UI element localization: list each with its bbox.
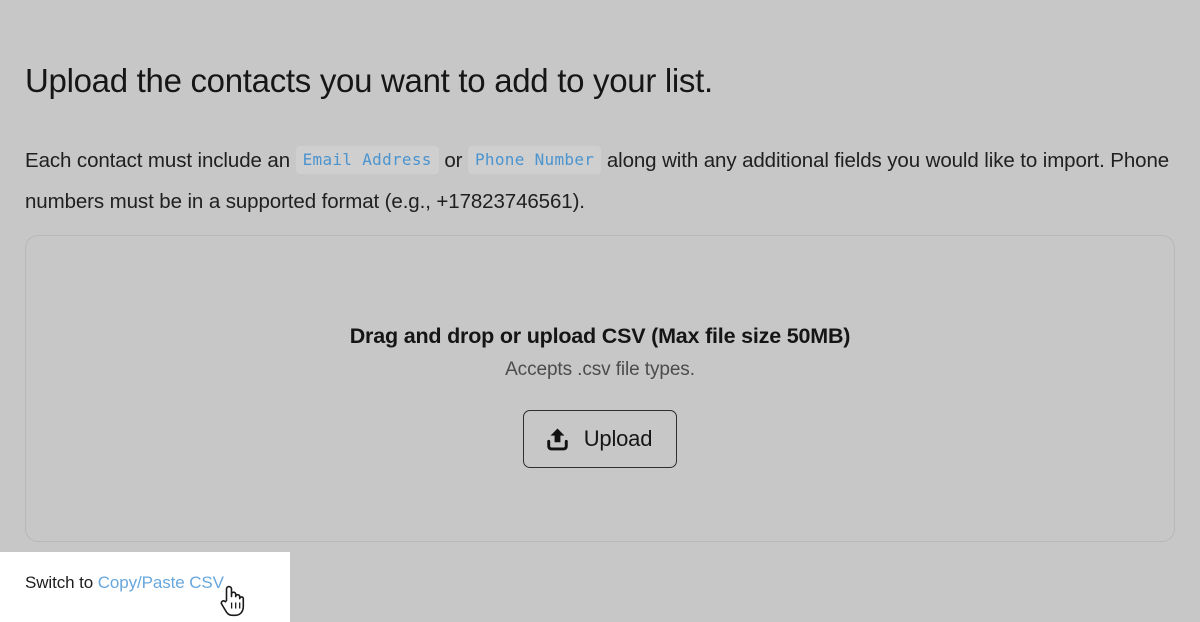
page-title: Upload the contacts you want to add to y… xyxy=(25,62,713,100)
dropzone-subtitle: Accepts .csv file types. xyxy=(505,359,695,380)
bottom-panel: Switch to Copy/Paste CSV xyxy=(0,552,290,622)
switch-mode-row: Switch to Copy/Paste CSV xyxy=(25,572,224,594)
switch-prefix-label: Switch to xyxy=(25,573,94,592)
csv-dropzone[interactable]: Drag and drop or upload CSV (Max file si… xyxy=(25,235,1175,542)
upload-button-label: Upload xyxy=(583,426,653,451)
code-chip-email-address: Email Address xyxy=(295,145,439,174)
dropzone-content: Drag and drop or upload CSV (Max file si… xyxy=(26,322,1174,468)
upload-button[interactable]: Upload xyxy=(522,410,678,468)
intro-text-part1: Each contact must include an xyxy=(25,148,290,172)
upload-icon xyxy=(544,426,571,453)
upload-contacts-page: Upload the contacts you want to add to y… xyxy=(0,0,1200,622)
switch-to-copy-paste-csv-link[interactable]: Copy/Paste CSV xyxy=(98,573,224,592)
code-chip-phone-number: Phone Number xyxy=(468,145,602,174)
intro-conjunction: or xyxy=(444,148,463,172)
dropzone-title: Drag and drop or upload CSV (Max file si… xyxy=(349,324,851,348)
intro-paragraph: Each contact must include an Email Addre… xyxy=(25,139,1190,222)
